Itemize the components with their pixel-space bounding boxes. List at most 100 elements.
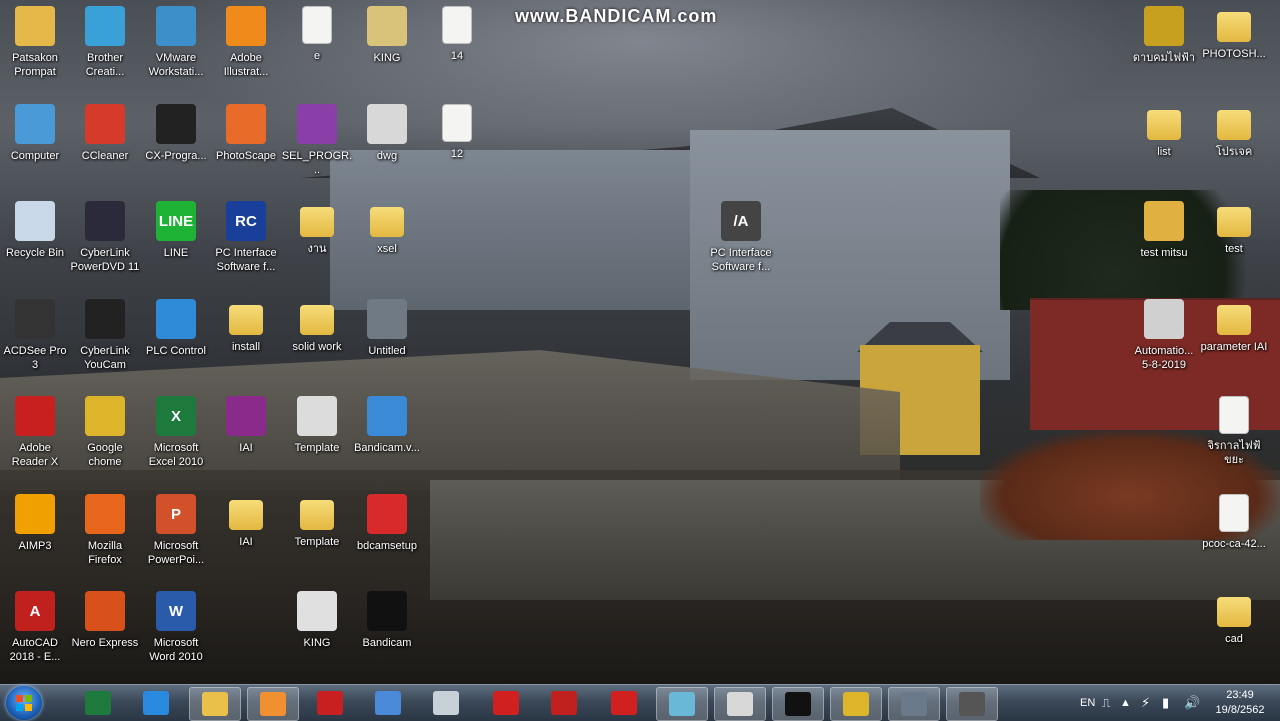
chrome-icon <box>85 396 125 436</box>
taskbar-app-button[interactable] <box>714 687 766 721</box>
icon-label: PC Interface Software f... <box>710 247 772 273</box>
windows-logo-icon <box>16 695 32 711</box>
excel-task-icon <box>85 691 111 715</box>
desktop-icon[interactable]: 14 <box>421 6 493 63</box>
desktop-icon[interactable]: Mozilla Firefox <box>69 494 141 567</box>
desktop-icon[interactable]: Bandicam.v... <box>351 396 423 455</box>
desktop-icon[interactable]: CyberLink YouCam <box>69 299 141 372</box>
desktop-icon[interactable]: solid work <box>281 299 353 354</box>
taskbar-app-button[interactable] <box>247 687 299 721</box>
desktop-icon[interactable]: RC PC Interface Software f... <box>210 201 282 274</box>
desktop-icon[interactable]: dwg <box>351 104 423 163</box>
dwg-file-icon <box>367 104 407 144</box>
desktop-icon[interactable]: จิรกาลไฟฟ้ ขยะ <box>1198 396 1270 467</box>
taskbar-app-button[interactable] <box>305 687 355 719</box>
taskbar-app-button[interactable] <box>73 687 123 719</box>
desktop-icon[interactable]: Patsakon Prompat <box>0 6 71 79</box>
taskbar-app-button[interactable] <box>363 687 413 719</box>
media-player-icon <box>260 692 286 716</box>
taskbar-app-button[interactable] <box>481 687 531 719</box>
desktop-icon[interactable]: bdcamsetup <box>351 494 423 553</box>
icon-label: AIMP3 <box>18 540 52 552</box>
desktop-icon[interactable]: Automatio... 5-8-2019 <box>1128 299 1200 372</box>
icon-label: Bandicam <box>362 637 412 649</box>
desktop-icon[interactable]: Untitled <box>351 299 423 358</box>
desktop-icon[interactable]: Google chome <box>69 396 141 469</box>
taskbar-app-button[interactable] <box>656 687 708 721</box>
icon-label: CyberLink PowerDVD 11 <box>70 247 140 273</box>
desktop-icon[interactable]: Template <box>281 494 353 549</box>
desktop-icon[interactable]: ACDSee Pro 3 <box>0 299 71 372</box>
desktop-icon[interactable]: e <box>281 6 353 63</box>
desktop-icon[interactable]: PHOTOSH... <box>1198 6 1270 61</box>
taskbar-app-button[interactable] <box>539 687 589 719</box>
desktop-icon[interactable]: Adobe Reader X <box>0 396 71 469</box>
desktop-icon[interactable]: IAI <box>210 396 282 455</box>
taskbar-app-button[interactable] <box>189 687 241 721</box>
taskbar-app-button[interactable] <box>421 687 471 719</box>
desktop-icon[interactable]: test mitsu <box>1128 201 1200 260</box>
icon-label: AutoCAD 2018 - E... <box>9 637 61 663</box>
desktop-icon[interactable]: W Microsoft Word 2010 <box>140 591 212 664</box>
desktop-icon[interactable]: งาน <box>281 201 353 256</box>
desktop-icon[interactable]: Computer <box>0 104 71 163</box>
desktop-icon[interactable]: /A PC Interface Software f... <box>705 201 777 274</box>
desktop-icon[interactable]: A AutoCAD 2018 - E... <box>0 591 71 664</box>
taskbar-app-button[interactable] <box>830 687 882 721</box>
pdf-document-icon <box>1144 299 1184 339</box>
desktop-icon[interactable]: PLC Control <box>140 299 212 358</box>
desktop-icon[interactable]: Recycle Bin <box>0 201 71 260</box>
desktop-icon[interactable]: CCleaner <box>69 104 141 163</box>
start-button[interactable] <box>6 686 42 720</box>
desktop-icon[interactable]: ดาบคมไฟฟ้า <box>1128 6 1200 65</box>
volume-icon[interactable]: 🔊 <box>1184 685 1200 721</box>
desktop-icon[interactable]: SEL_PROGR... <box>281 104 353 177</box>
desktop-icon[interactable]: CX-Progra... <box>140 104 212 163</box>
desktop-icon[interactable]: pcoc-ca-42... <box>1198 494 1270 551</box>
desktop-icon[interactable]: CyberLink PowerDVD 11 <box>69 201 141 274</box>
desktop[interactable]: www.BANDICAM.com Patsakon Prompat Brothe… <box>0 0 1280 684</box>
desktop-icon[interactable]: Bandicam <box>351 591 423 650</box>
taskbar-app-button[interactable] <box>131 687 181 719</box>
desktop-icon[interactable]: Template <box>281 396 353 455</box>
clock[interactable]: 23:49 19/8/2562 <box>1208 688 1272 718</box>
icon-label: Adobe Reader X <box>11 442 59 468</box>
icon-label: PC Interface Software f... <box>215 247 277 273</box>
desktop-icon[interactable]: KING <box>351 6 423 65</box>
taskbar-app-button[interactable] <box>599 687 649 719</box>
taskbar-app-button[interactable] <box>772 687 824 721</box>
desktop-icon[interactable]: 12 <box>421 104 493 161</box>
desktop-icon[interactable]: xsel <box>351 201 423 256</box>
desktop-icon[interactable]: VMware Workstati... <box>140 6 212 79</box>
desktop-icon[interactable]: Brother Creati... <box>69 6 141 79</box>
camera-app-icon <box>901 692 927 716</box>
desktop-icon[interactable]: LINE LINE <box>140 201 212 260</box>
desktop-icon[interactable]: IAI <box>210 494 282 549</box>
desktop-icon[interactable]: โปรเจค <box>1198 104 1270 159</box>
desktop-icon[interactable]: Adobe Illustrat... <box>210 6 282 79</box>
desktop-icon[interactable]: Nero Express <box>69 591 141 650</box>
desktop-icon[interactable]: install <box>210 299 282 354</box>
network-adapter-icon[interactable]: ⎍ <box>1102 685 1110 721</box>
signal-icon[interactable]: ▮ <box>1162 685 1169 721</box>
pc-interface-icon: RC <box>226 201 266 241</box>
desktop-icon[interactable]: KING <box>281 591 353 650</box>
desktop-icon[interactable]: parameter IAI <box>1198 299 1270 354</box>
desktop-icon[interactable]: test <box>1198 201 1270 256</box>
show-hidden-icons-icon[interactable]: ▲ <box>1120 685 1131 721</box>
desktop-icon[interactable]: X Microsoft Excel 2010 <box>140 396 212 469</box>
language-indicator[interactable]: EN <box>1080 685 1095 721</box>
desktop-icon[interactable]: AIMP3 <box>0 494 71 553</box>
desktop-icon[interactable]: PhotoScape <box>210 104 282 163</box>
folder-icon <box>1147 110 1181 140</box>
power-icon[interactable]: ⚡ <box>1141 685 1150 721</box>
taskbar-app-button[interactable] <box>946 687 998 721</box>
desktop-icon[interactable]: cad <box>1198 591 1270 646</box>
taskbar-app-button[interactable] <box>888 687 940 721</box>
desktop-icon[interactable]: list <box>1128 104 1200 159</box>
folder-icon <box>1217 597 1251 627</box>
firefox-icon <box>85 494 125 534</box>
icon-label: ดาบคมไฟฟ้า <box>1132 52 1196 64</box>
icon-label: โปรเจค <box>1215 146 1253 158</box>
desktop-icon[interactable]: P Microsoft PowerPoi... <box>140 494 212 567</box>
